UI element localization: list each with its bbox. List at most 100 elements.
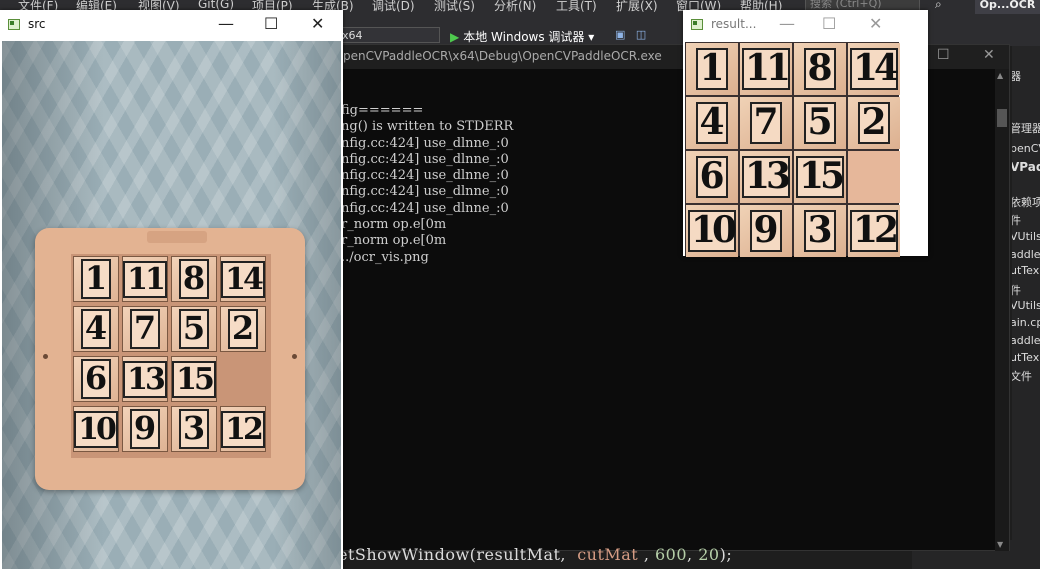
console-line: r_norm op.e[0m [341, 217, 447, 233]
maximize-icon[interactable]: ☐ [822, 14, 836, 33]
tile-number: 10 [687, 210, 737, 252]
console-line: nfig.cc:424] use_dlnne_:0 [341, 151, 509, 167]
close-icon[interactable]: ✕ [311, 14, 324, 33]
result-tile: 15 [794, 151, 846, 203]
src-window-title: src [28, 17, 46, 31]
result-image: 1 11 8 14 4 7 5 2 6 13 15 10 9 3 12 [685, 42, 900, 257]
tile-number: 1 [696, 48, 728, 90]
result-tile: 14 [848, 43, 900, 95]
board-hole [292, 354, 297, 359]
console-line: fig====== [341, 103, 424, 118]
maximize-icon[interactable]: ☐ [264, 14, 278, 33]
result-tile: 2 [848, 97, 900, 149]
se-item[interactable]: utTex [1012, 351, 1039, 364]
close-icon[interactable]: ✕ [983, 47, 995, 63]
result-tile: 9 [740, 205, 792, 257]
tile-number: 6 [80, 359, 112, 399]
src-tile-grid: 1 11 8 14 4 7 5 2 6 13 15 10 9 3 12 [71, 254, 271, 458]
start-debugging-button[interactable]: ▶ 本地 Windows 调试器 ▾ [450, 28, 594, 45]
tile-number: 7 [750, 102, 782, 144]
run-label: 本地 Windows 调试器 [463, 30, 585, 44]
se-item[interactable]: VUtils [1012, 230, 1040, 243]
menu-test[interactable]: 测试(S) [434, 0, 475, 14]
result-tile: 6 [686, 151, 738, 203]
blank-tile [848, 151, 900, 203]
board-notch [147, 231, 207, 243]
src-image: 1 11 8 14 4 7 5 2 6 13 15 10 9 3 12 [2, 41, 341, 569]
tile-number: 5 [178, 309, 210, 349]
platform-combo[interactable]: x64 [335, 27, 440, 43]
se-item[interactable]: VUtils [1012, 299, 1040, 312]
result-tile: 4 [686, 97, 738, 149]
tile-number: 12 [849, 210, 899, 252]
se-item[interactable]: 文件 [1012, 368, 1032, 384]
tile-number: 2 [227, 309, 259, 349]
tile-number: 14 [849, 48, 899, 90]
minimize-icon[interactable]: — [779, 14, 795, 33]
toolbar-icons[interactable]: ▣ ◫ [615, 28, 646, 41]
puzzle-tile: 4 [73, 306, 119, 352]
tile-number: 9 [129, 409, 161, 449]
maximize-icon[interactable]: ☐ [937, 47, 950, 63]
src-window[interactable]: src — ☐ ✕ 1 11 8 14 4 7 5 2 6 13 15 10 9 3 12 [0, 10, 343, 569]
result-tile: 10 [686, 205, 738, 257]
se-item[interactable]: addle [1012, 248, 1040, 261]
menu-extensions[interactable]: 扩展(X) [616, 0, 658, 14]
puzzle-tile: 7 [122, 306, 168, 352]
se-item[interactable]: utTex [1012, 264, 1039, 277]
console-title: penCVPaddleOCR\x64\Debug\OpenCVPaddleOCR… [343, 49, 662, 63]
se-item[interactable]: 管理器 [1012, 120, 1040, 136]
minimize-icon[interactable]: — [218, 14, 234, 33]
result-tile: 11 [740, 43, 792, 95]
tile-number: 15 [795, 156, 845, 198]
board-hole [43, 354, 48, 359]
console-line: nfig.cc:424] use_dlnne_:0 [341, 168, 509, 184]
tile-number: 10 [74, 410, 118, 448]
se-item[interactable]: ain.cp [1012, 316, 1040, 329]
se-item[interactable]: VPadd [1012, 160, 1040, 174]
close-icon[interactable]: ✕ [869, 14, 882, 33]
puzzle-tile: 15 [171, 356, 217, 402]
se-item[interactable]: penCV [1012, 142, 1040, 155]
result-titlebar[interactable]: result... — ☐ ✕ [683, 10, 928, 41]
se-item[interactable]: 件 [1012, 282, 1021, 298]
console-line: nfig.cc:424] use_dlnne_:0 [341, 135, 509, 151]
puzzle-tile: 10 [73, 406, 119, 452]
tile-number: 14 [221, 260, 265, 298]
menu-debug[interactable]: 调试(D) [372, 0, 415, 14]
tile-number: 4 [80, 309, 112, 349]
se-item[interactable]: 件 [1012, 212, 1021, 228]
puzzle-tile: 5 [171, 306, 217, 352]
result-tile: 12 [848, 205, 900, 257]
tile-number: 15 [172, 360, 216, 398]
search-icon[interactable]: ⌕ [935, 0, 942, 12]
puzzle-board: 1 11 8 14 4 7 5 2 6 13 15 10 9 3 12 [35, 228, 305, 490]
se-item[interactable]: 依赖项 [1012, 194, 1040, 210]
tile-number: 7 [129, 309, 161, 349]
se-item[interactable]: addle [1012, 334, 1040, 347]
console-scrollbar[interactable]: ▲ ▼ [995, 69, 1009, 551]
result-tile: 5 [794, 97, 846, 149]
result-window-title: result... [711, 17, 757, 31]
console-line: ng() is written to STDERR [341, 119, 514, 135]
puzzle-tile: 2 [220, 306, 266, 352]
scroll-down-icon[interactable]: ▼ [997, 540, 1003, 549]
console-line: r_norm op.e[0m [341, 233, 447, 249]
console-line: nfig.cc:424] use_dlnne_:0 [341, 184, 509, 200]
result-window[interactable]: result... — ☐ ✕ 1 11 8 14 4 7 5 2 6 13 15 10 9 3 12 [683, 10, 928, 257]
puzzle-tile: 11 [122, 256, 168, 302]
puzzle-tile: 13 [122, 356, 168, 402]
app-name-badge: Op...OCR [975, 0, 1040, 14]
se-item[interactable]: 器 [1012, 68, 1021, 84]
puzzle-tile: 14 [220, 256, 266, 302]
console-line: ../ocr_vis.png [341, 249, 429, 265]
src-titlebar[interactable]: src — ☐ ✕ [0, 10, 343, 41]
menu-analyze[interactable]: 分析(N) [494, 0, 536, 14]
window-icon [8, 19, 20, 30]
menu-tools[interactable]: 工具(T) [556, 0, 597, 14]
scroll-up-icon[interactable]: ▲ [997, 71, 1003, 80]
code-line: etShowWindow(resultMat, cutMat , 600, 20… [338, 545, 733, 564]
puzzle-tile: 6 [73, 356, 119, 402]
result-tile: 7 [740, 97, 792, 149]
scrollbar-thumb[interactable] [997, 109, 1007, 127]
